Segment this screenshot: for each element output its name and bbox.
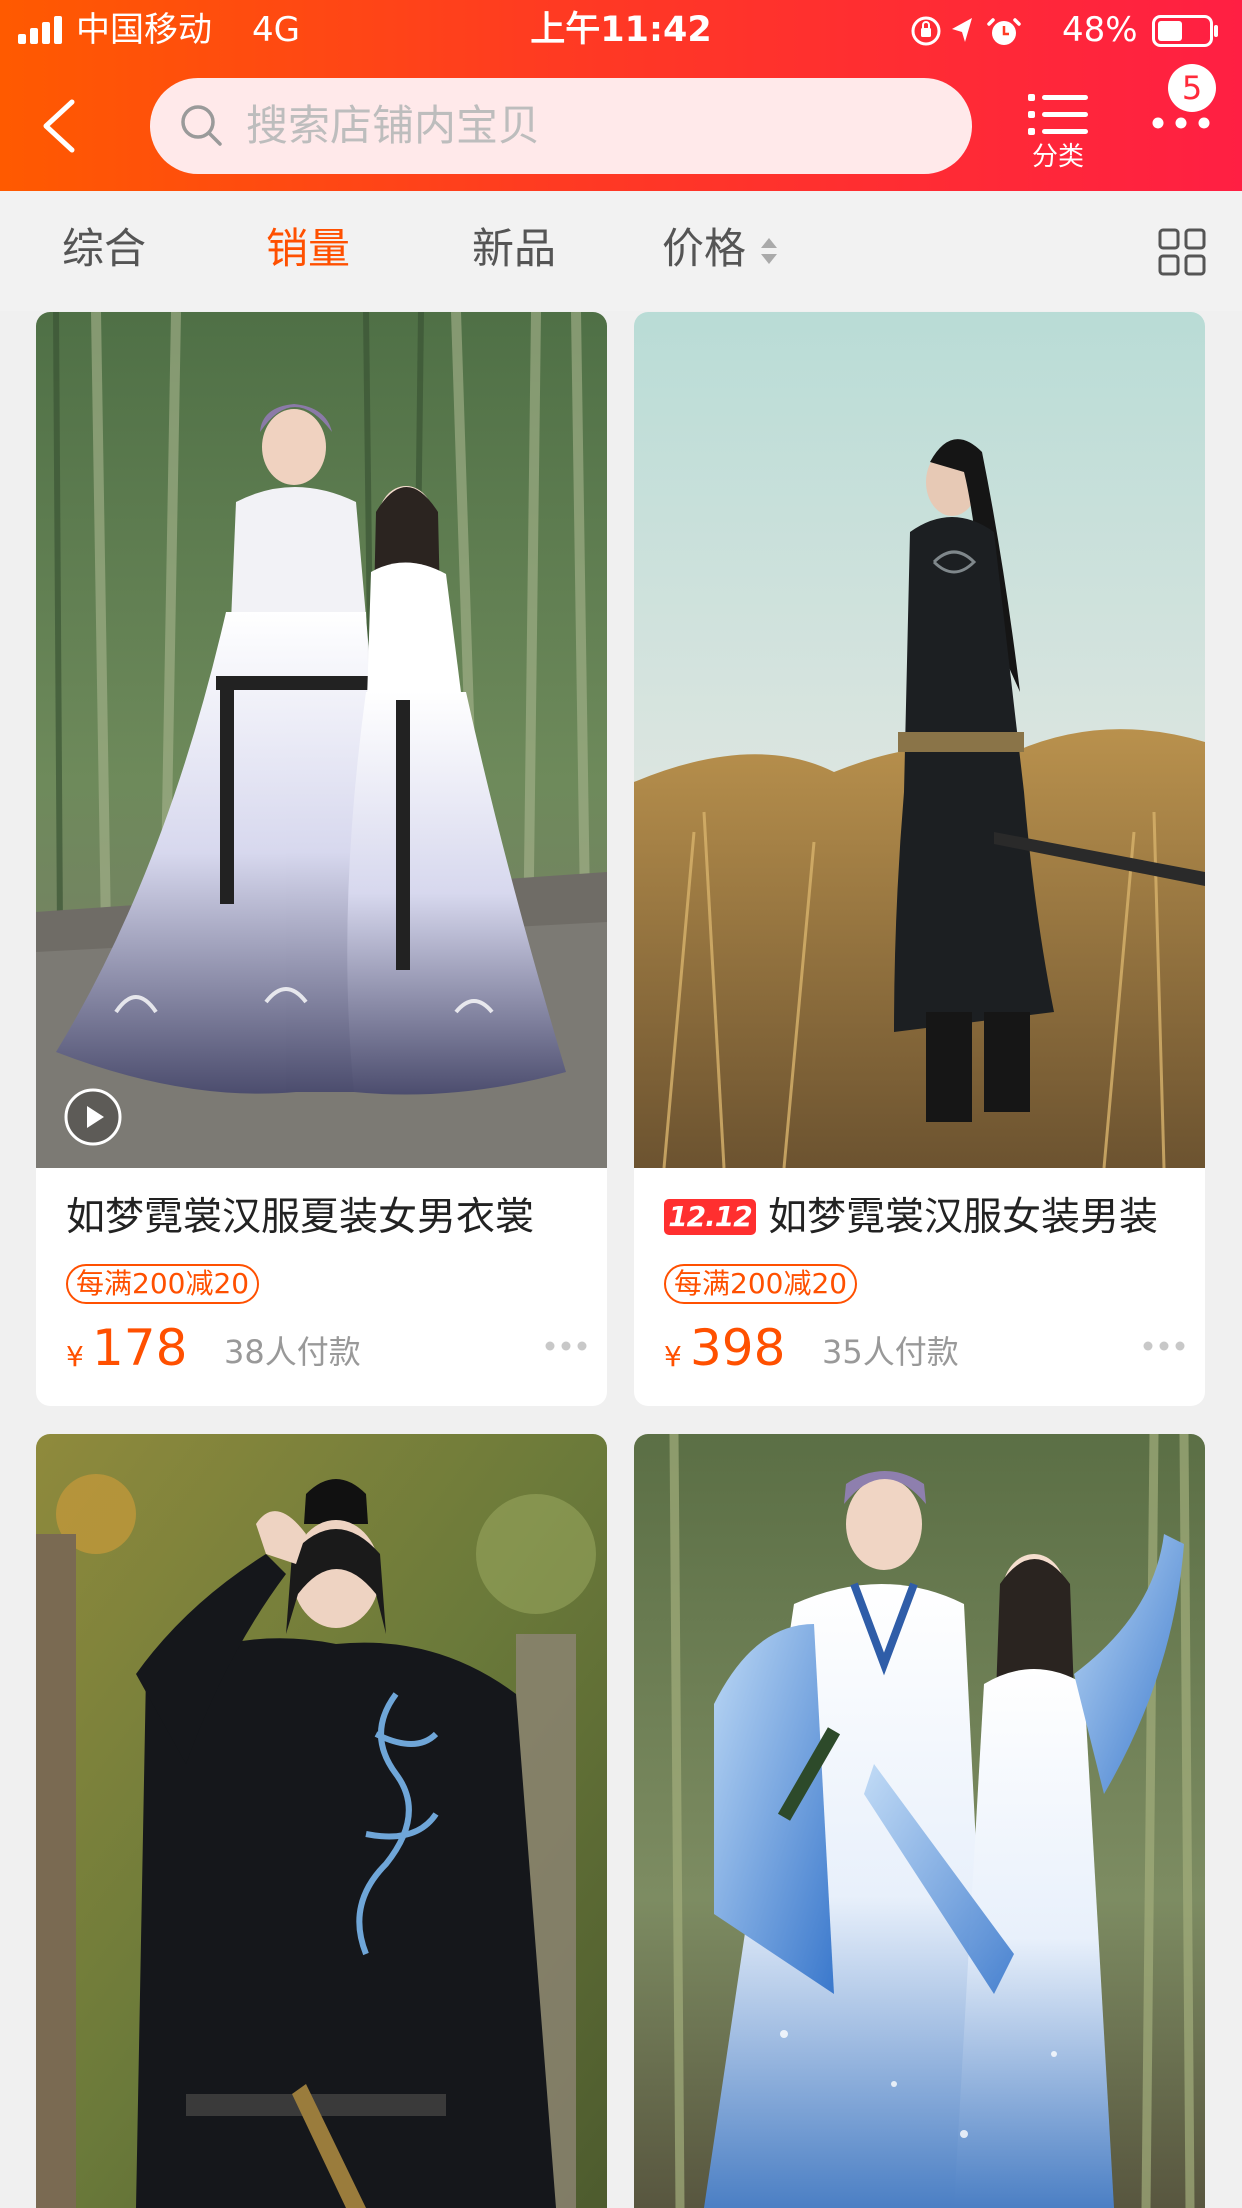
- product-image[interactable]: [36, 1434, 607, 2208]
- sales-count: 35人付款: [822, 1333, 959, 1371]
- sort-arrows-icon: [761, 238, 777, 264]
- tab-sales[interactable]: 销量: [266, 219, 350, 279]
- tab-price[interactable]: 价格: [662, 219, 746, 279]
- product-price: 178: [92, 1319, 188, 1377]
- promo-tag: 12.12: [664, 1198, 756, 1235]
- product-title-text: 如梦霓裳汉服夏装女男衣裳: [66, 1195, 535, 1240]
- location-icon: [952, 18, 972, 42]
- product-image[interactable]: [36, 312, 607, 1168]
- category-button[interactable]: 分类: [1016, 86, 1100, 178]
- product-card[interactable]: [36, 1434, 607, 2208]
- tab-new[interactable]: 新品: [472, 219, 556, 279]
- battery-percent: 48%: [1062, 10, 1138, 50]
- status-time: 上午11:42: [530, 10, 712, 50]
- coupon-badge: 每满200减20: [664, 1264, 858, 1304]
- video-play-button[interactable]: [64, 1088, 122, 1146]
- more-menu-button[interactable]: 5: [1138, 64, 1230, 144]
- alarm-icon: [987, 18, 1021, 45]
- tab-comprehensive[interactable]: 综合: [62, 219, 146, 279]
- sales-count: 38人付款: [224, 1333, 361, 1371]
- back-button[interactable]: [28, 90, 88, 162]
- status-bar: 中国移动 4G 上午11:42 48%: [0, 0, 1242, 62]
- currency-symbol: ¥: [66, 1340, 84, 1373]
- rotation-lock-icon: [911, 16, 941, 46]
- product-info: 12.12 如梦霓裳汉服女装男装 每满200减20 ¥ 398 35人付款: [634, 1168, 1205, 1406]
- category-label: 分类: [1031, 142, 1084, 172]
- product-info: 如梦霓裳汉服夏装女男衣裳 每满200减20 ¥ 178 38人付款: [36, 1168, 607, 1406]
- sort-filter-bar: 综合 销量 新品 价格: [0, 191, 1242, 311]
- notification-badge: 5: [1168, 64, 1216, 112]
- card-more-icon[interactable]: [544, 1340, 588, 1352]
- grid-view-icon[interactable]: [1158, 228, 1206, 276]
- product-title: 如梦霓裳汉服夏装女男衣裳: [66, 1190, 596, 1246]
- chevron-left-icon: [43, 99, 75, 153]
- battery-icon: [1152, 15, 1218, 47]
- list-icon: [1028, 94, 1088, 135]
- currency-symbol: ¥: [664, 1340, 682, 1373]
- coupon-badge: 每满200减20: [66, 1264, 260, 1304]
- product-card[interactable]: 如梦霓裳汉服夏装女男衣裳 每满200减20 ¥ 178 38人付款: [36, 312, 607, 1406]
- product-title: 12.12 如梦霓裳汉服女装男装: [664, 1190, 1194, 1246]
- product-card[interactable]: 12.12 如梦霓裳汉服女装男装 每满200减20 ¥ 398 35人付款: [634, 312, 1205, 1406]
- card-more-icon[interactable]: [1142, 1340, 1186, 1352]
- more-dots-icon: [1152, 117, 1210, 129]
- product-image[interactable]: [634, 312, 1205, 1168]
- search-icon: [181, 105, 222, 146]
- product-image[interactable]: [634, 1434, 1205, 2208]
- header-bar: 中国移动 4G 上午11:42 48% 搜索店铺内宝贝 分类 5: [0, 0, 1242, 191]
- product-card[interactable]: [634, 1434, 1205, 2208]
- search-box[interactable]: [150, 78, 972, 174]
- search-input[interactable]: [246, 92, 946, 158]
- product-title-text: 如梦霓裳汉服女装男装: [768, 1195, 1159, 1240]
- product-price: 398: [690, 1319, 786, 1377]
- status-icons: [911, 16, 1021, 46]
